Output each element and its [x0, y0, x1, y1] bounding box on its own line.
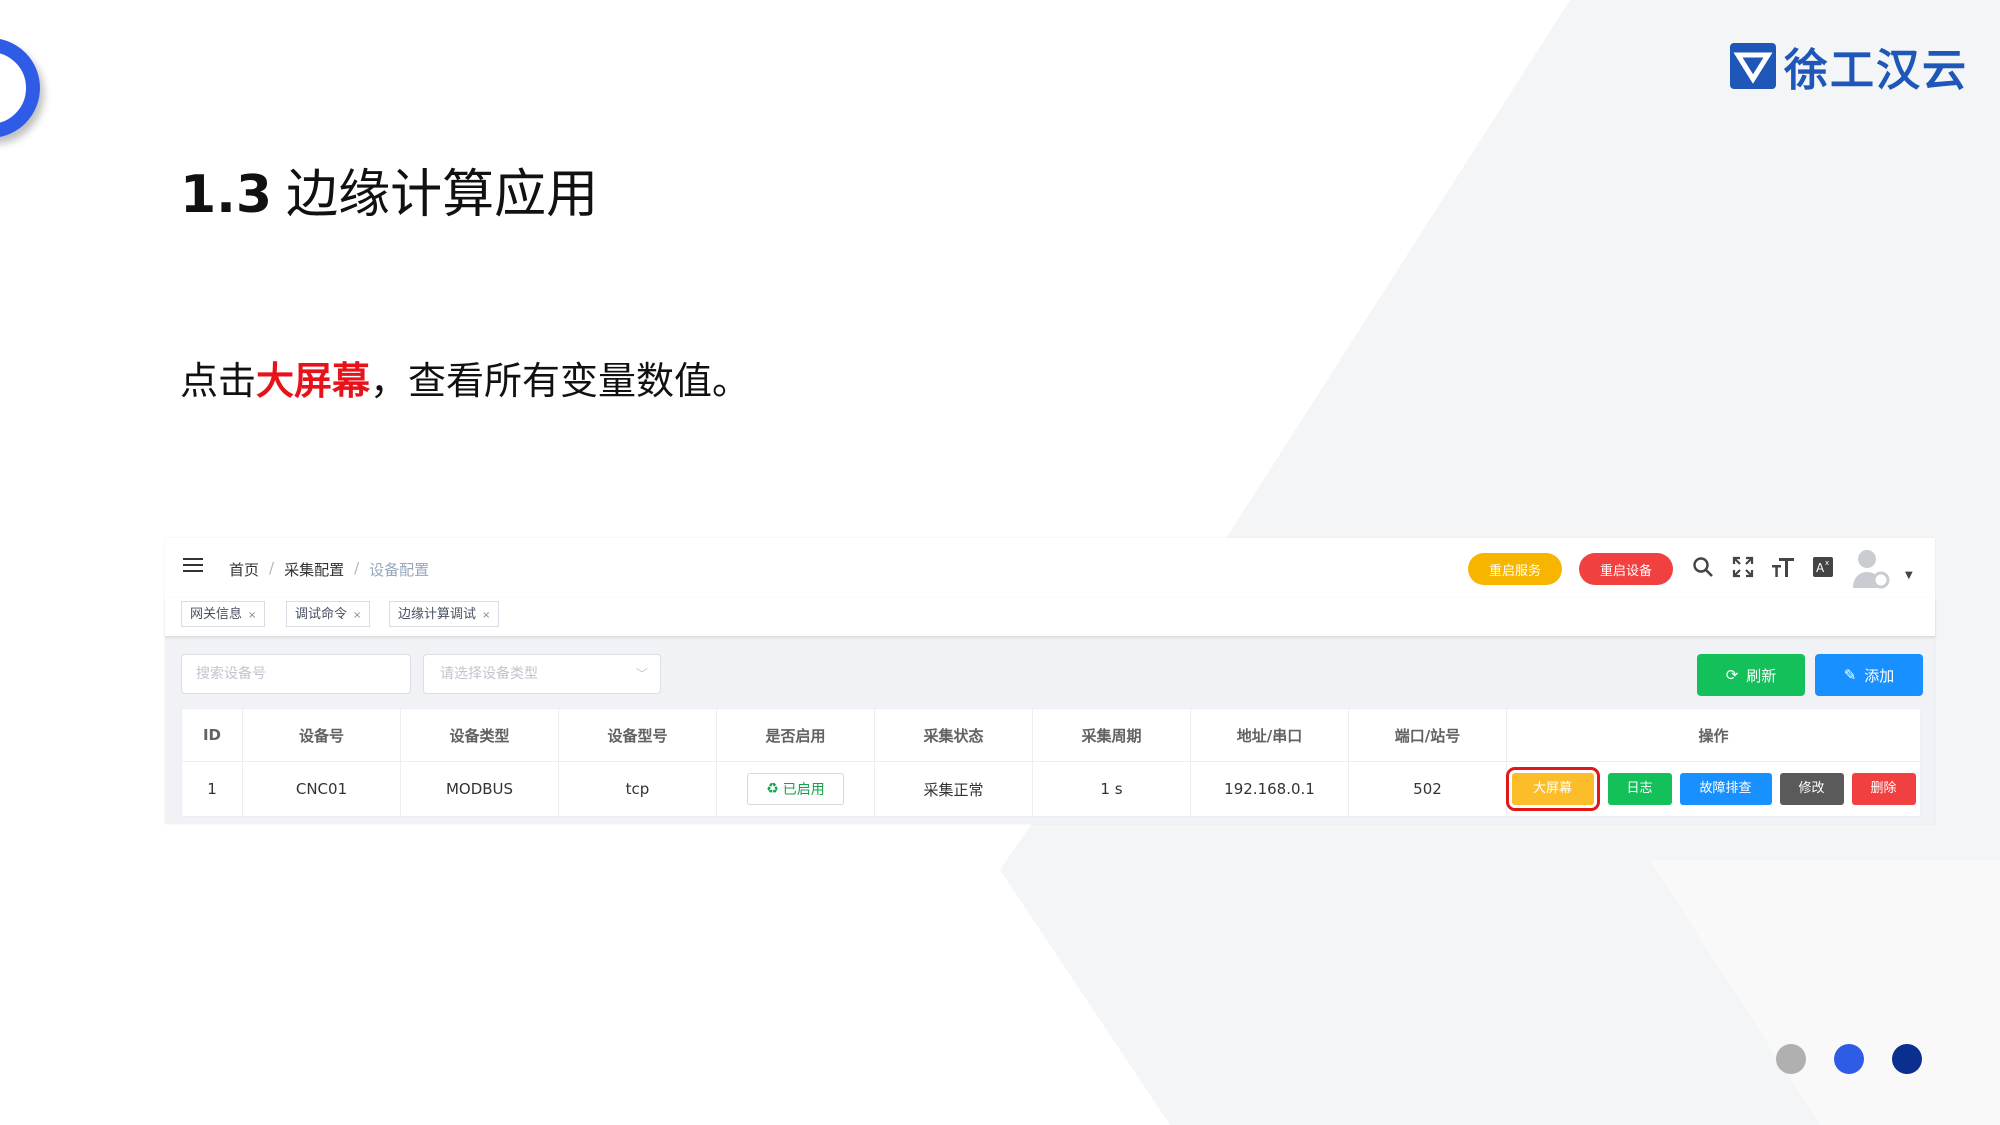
troubleshoot-button[interactable]: 故障排查 [1679, 773, 1772, 805]
caret-down-icon[interactable]: ▼ [1905, 570, 1913, 581]
brand-logo: 徐工汉云 [1730, 34, 1968, 98]
close-icon[interactable]: × [482, 610, 490, 621]
svg-text:x: x [1825, 559, 1829, 567]
col-port: 端口/站号 [1348, 708, 1507, 762]
col-address: 地址/串口 [1190, 708, 1349, 762]
cell-address: 192.168.0.1 [1190, 761, 1349, 817]
device-table: ID 设备号 设备类型 设备型号 是否启用 采集状态 采集周期 地址/串口 端口… [181, 708, 1921, 817]
col-device-model: 设备型号 [558, 708, 717, 762]
cell-actions: 大屏幕 日志 故障排查 修改 删除 [1505, 761, 1921, 817]
col-id: ID [181, 708, 243, 762]
edit-icon: ✎ [1843, 666, 1857, 684]
close-icon[interactable]: × [248, 610, 256, 621]
cell-enabled: ♻ 已启用 [716, 761, 875, 817]
logo-text: 徐工汉云 [1784, 45, 1968, 96]
menu-icon[interactable] [183, 558, 203, 576]
instruction-suffix: ，查看所有变量数值。 [370, 359, 751, 403]
logo-icon [1730, 43, 1776, 89]
refresh-button[interactable]: ⟳ 刷新 [1697, 654, 1805, 696]
fullscreen-icon[interactable] [1731, 556, 1755, 580]
dot-navy [1892, 1044, 1922, 1074]
title-number: 1.3 [180, 165, 273, 225]
cell-device-no: CNC01 [242, 761, 401, 817]
enabled-badge[interactable]: ♻ 已启用 [747, 773, 844, 805]
cell-status: 采集正常 [874, 761, 1033, 817]
tag-gateway-info[interactable]: 网关信息 × [181, 601, 266, 627]
restart-service-button[interactable]: 重启服务 [1468, 553, 1562, 585]
edit-button[interactable]: 修改 [1779, 773, 1844, 805]
cell-id: 1 [181, 761, 243, 817]
title-text: 边缘计算应用 [286, 165, 599, 225]
font-size-icon[interactable] [1771, 556, 1795, 580]
col-device-no: 设备号 [242, 708, 401, 762]
breadcrumb-home[interactable]: 首页 [229, 559, 259, 580]
svg-text:A: A [1816, 561, 1825, 575]
breadcrumb-device-config: 设备配置 [369, 561, 430, 579]
tag-edge-compute-debug[interactable]: 边缘计算调试 × [389, 601, 500, 627]
breadcrumb: 首页 / 采集配置 / 设备配置 [229, 559, 430, 580]
close-icon[interactable]: × [353, 610, 361, 621]
translate-icon[interactable]: Ax [1811, 556, 1835, 580]
search-icon[interactable] [1691, 556, 1715, 580]
log-button[interactable]: 日志 [1607, 773, 1672, 805]
tag-debug-command[interactable]: 调试命令 × [286, 601, 371, 627]
recycle-icon: ♻ [766, 781, 779, 797]
instruction-prefix: 点击 [180, 359, 257, 403]
col-status: 采集状态 [874, 708, 1033, 762]
instruction-highlight: 大屏幕 [256, 359, 371, 403]
device-search-input[interactable] [181, 654, 411, 694]
refresh-icon: ⟳ [1725, 666, 1739, 684]
restart-device-button[interactable]: 重启设备 [1579, 553, 1673, 585]
chevron-down-icon: ﹀ [635, 667, 648, 681]
pagination-dots [1776, 1044, 1922, 1074]
breadcrumb-collect-config[interactable]: 采集配置 [284, 559, 344, 580]
col-period: 采集周期 [1032, 708, 1191, 762]
device-type-select[interactable]: 请选择设备类型 ﹀ [423, 654, 661, 694]
app-screenshot: 首页 / 采集配置 / 设备配置 重启服务 重启设备 Ax ▼ 网关信息 × 调试… [165, 538, 1935, 824]
col-enabled: 是否启用 [716, 708, 875, 762]
cell-period: 1 s [1032, 761, 1191, 817]
cell-port: 502 [1348, 761, 1507, 817]
col-device-type: 设备类型 [400, 708, 559, 762]
delete-button[interactable]: 删除 [1851, 773, 1916, 805]
dot-grey [1776, 1044, 1806, 1074]
add-button[interactable]: ✎ 添加 [1815, 654, 1923, 696]
top-navbar: 首页 / 采集配置 / 设备配置 重启服务 重启设备 Ax ▼ [165, 538, 1935, 599]
col-actions: 操作 [1506, 708, 1921, 762]
slide-title: 1.3 边缘计算应用 [180, 152, 598, 227]
cell-device-model: tcp [558, 761, 717, 817]
table-row: 1 CNC01 MODBUS tcp ♻ 已启用 采集正常 1 s 192.168… [181, 761, 1921, 817]
cell-device-type: MODBUS [400, 761, 559, 817]
user-avatar-icon[interactable] [1851, 548, 1890, 590]
big-screen-button[interactable]: 大屏幕 [1505, 767, 1600, 811]
table-header-row: ID 设备号 设备类型 设备型号 是否启用 采集状态 采集周期 地址/串口 端口… [181, 708, 1921, 762]
dot-blue [1834, 1044, 1864, 1074]
instruction-text: 点击大屏幕，查看所有变量数值。 [180, 350, 750, 405]
